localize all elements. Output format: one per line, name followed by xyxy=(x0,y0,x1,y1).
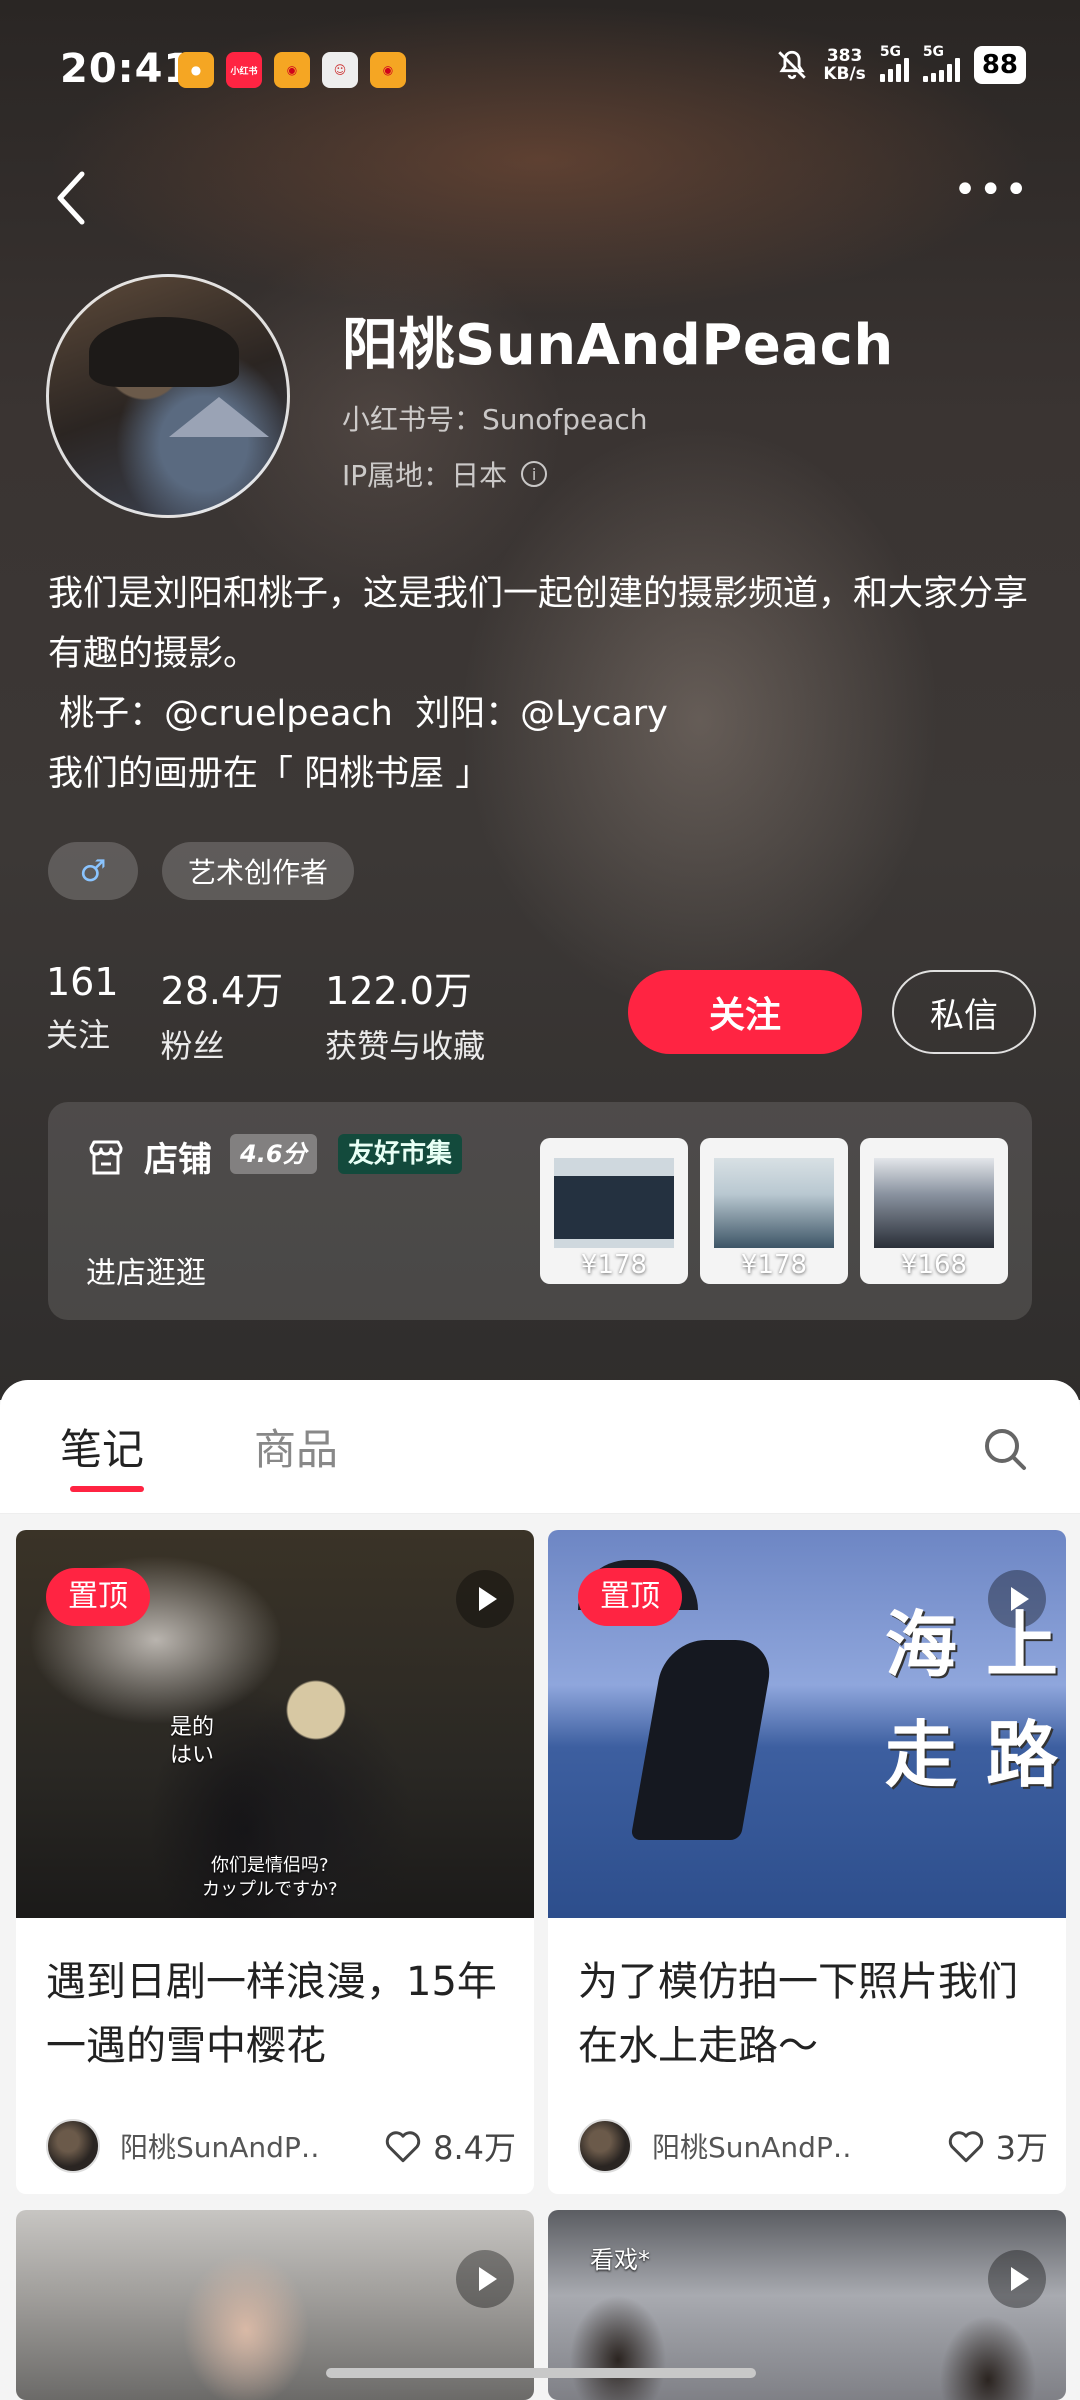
shop-item[interactable]: ¥168 xyxy=(860,1138,1008,1284)
stat-number: 161 xyxy=(46,960,119,1004)
stat-label: 粉丝 xyxy=(160,1027,225,1065)
message-button[interactable]: 私信 xyxy=(892,970,1036,1054)
avatar-hat-shape xyxy=(89,317,239,387)
gender-male-icon: ♂ xyxy=(48,842,138,900)
shop-items: ¥178 ¥178 ¥168 xyxy=(540,1138,1008,1284)
profile-content-panel: 笔记 商品 置顶 是的 はい 你们是情侣吗? カップルですか? 遇到日剧一样浪漫… xyxy=(0,1380,1080,2400)
shop-item[interactable]: ¥178 xyxy=(540,1138,688,1284)
walking-person-shape xyxy=(630,1640,776,1840)
shop-card[interactable]: 店铺 4.6分 友好市集 进店逛逛 ¥178 ¥178 ¥168 xyxy=(48,1102,1032,1320)
shop-score-badge: 4.6分 xyxy=(230,1134,317,1174)
video-play-icon xyxy=(456,2250,514,2308)
note-title: 为了模仿拍一下照片我们在水上走路～ xyxy=(578,1959,1018,2069)
pinned-badge: 置顶 xyxy=(578,1568,682,1626)
stat-followers[interactable]: 28.4万 粉丝 xyxy=(161,960,284,1067)
status-time: 20:41 xyxy=(60,46,193,92)
product-image xyxy=(714,1158,834,1248)
video-play-icon xyxy=(456,1570,514,1628)
signal-sim1-icon: 5G xyxy=(879,44,909,82)
note-meta: 阳桃SunAndP… 3万 xyxy=(578,2118,1048,2174)
avatar-mountain-shape xyxy=(169,397,269,437)
ip-text: IP属地：日本 xyxy=(342,459,508,492)
friendly-market-badge: 友好市集 xyxy=(338,1134,463,1174)
like-count-text: 8.4万 xyxy=(433,2129,516,2167)
note-title: 遇到日剧一样浪漫，15年一遇的雪中樱花 xyxy=(46,1959,497,2069)
tab-notes[interactable]: 笔记 xyxy=(60,1416,144,1477)
bio-line: 我们是刘阳和桃子，这是我们一起创建的摄影频道，和大家分享有趣的摄影。 xyxy=(48,574,1029,674)
stat-following[interactable]: 161 关注 xyxy=(46,960,119,1067)
like-count-text: 3万 xyxy=(995,2129,1048,2167)
notes-grid: 置顶 是的 はい 你们是情侣吗? カップルですか? 遇到日剧一样浪漫，15年一遇… xyxy=(0,1514,1080,2400)
store-icon xyxy=(89,1140,123,1175)
mute-bell-icon xyxy=(778,50,807,80)
product-price: ¥178 xyxy=(580,1250,648,1280)
profile-red-id[interactable]: 小红书号：Sunofpeach xyxy=(342,398,648,438)
overlay-caption: 看戏* xyxy=(590,2246,650,2274)
subtitle-text: 你们是情侣吗? カップルですか? xyxy=(202,1855,338,1900)
home-indicator[interactable] xyxy=(326,2368,756,2378)
shop-enter-link[interactable]: 进店逛逛 xyxy=(86,1248,206,1292)
battery-indicator: 88 xyxy=(973,46,1026,84)
avatar-app-icon: ☺ xyxy=(322,52,358,88)
bio-line-mentions[interactable]: 桃子：@cruelpeach 刘阳：@Lycary xyxy=(48,684,1038,744)
profile-tag-label[interactable]: 艺术创作者 xyxy=(162,842,355,900)
like-count[interactable]: 3万 xyxy=(946,2123,1048,2169)
author-avatar[interactable] xyxy=(578,2119,632,2173)
status-bar: 20:41 ● 小红书 ◉ ☺ ◉ 383 KB/s 5G 5G 88 xyxy=(0,0,1080,140)
shop-title: 店铺 xyxy=(144,1140,212,1180)
profile-stats: 161 关注 28.4万 粉丝 122.0万 获赞与收藏 xyxy=(46,960,485,1067)
note-card[interactable]: 置顶 是的 はい 你们是情侣吗? カップルですか? 遇到日剧一样浪漫，15年一遇… xyxy=(16,1530,534,2194)
author-name[interactable]: 阳桃SunAndP… xyxy=(120,2126,320,2166)
back-chevron-icon[interactable] xyxy=(52,168,92,228)
pinned-badge: 置顶 xyxy=(46,1568,150,1626)
note-meta: 阳桃SunAndP… 8.4万 xyxy=(46,2118,516,2174)
content-tabs: 笔记 商品 xyxy=(0,1380,1080,1514)
profile-ip-location[interactable]: IP属地：日本 i xyxy=(342,454,548,494)
product-price: ¥178 xyxy=(740,1250,808,1280)
author-avatar[interactable] xyxy=(46,2119,100,2173)
tab-active-indicator xyxy=(70,1486,144,1492)
notify-yellow-icon: ● xyxy=(178,52,214,88)
net-speed: 383 KB/s xyxy=(823,46,866,84)
heart-icon xyxy=(948,2131,983,2163)
info-icon[interactable]: i xyxy=(521,461,548,487)
heart-icon xyxy=(385,2131,421,2163)
status-app-icons: ● 小红书 ◉ ☺ ◉ xyxy=(178,52,406,88)
xiaohongshu-icon: 小红书 xyxy=(226,52,262,88)
profile-tags: ♂ 艺术创作者 xyxy=(48,842,355,900)
product-image xyxy=(554,1158,674,1248)
like-count[interactable]: 8.4万 xyxy=(383,2123,516,2169)
video-play-icon xyxy=(988,2250,1046,2308)
weibo-icon: ◉ xyxy=(274,52,310,88)
product-price: ¥168 xyxy=(900,1250,968,1280)
stat-number: 28.4万 xyxy=(160,969,284,1013)
note-card[interactable]: 置顶 海 上 走 路 为了模仿拍一下照片我们在水上走路～ 阳桃SunAndP… … xyxy=(548,1530,1066,2194)
profile-bio: 我们是刘阳和桃子，这是我们一起创建的摄影频道，和大家分享有趣的摄影。 桃子：@c… xyxy=(48,564,1038,804)
tab-goods[interactable]: 商品 xyxy=(254,1416,338,1477)
signal-sim2-icon: 5G xyxy=(922,44,960,82)
product-image xyxy=(874,1158,994,1248)
subtitle-text: 是的 はい xyxy=(170,1715,215,1768)
note-thumbnail: 置顶 海 上 走 路 xyxy=(548,1530,1066,1918)
follow-button[interactable]: 关注 xyxy=(628,970,862,1054)
stat-likes-collects[interactable]: 122.0万 获赞与收藏 xyxy=(325,960,485,1067)
shop-item[interactable]: ¥178 xyxy=(700,1138,848,1284)
author-name[interactable]: 阳桃SunAndP… xyxy=(652,2126,852,2166)
profile-name: 阳桃SunAndPeach xyxy=(342,313,894,378)
stat-label: 获赞与收藏 xyxy=(325,1027,486,1065)
overlay-title-text: 海 上 走 路 xyxy=(884,1603,1060,1797)
note-thumbnail: 置顶 是的 はい 你们是情侣吗? カップルですか? xyxy=(16,1530,534,1918)
more-dots-icon[interactable]: ••• xyxy=(953,170,1030,210)
status-right: 383 KB/s 5G 5G 88 xyxy=(775,44,1026,84)
search-icon[interactable] xyxy=(980,1424,1030,1474)
stat-number: 122.0万 xyxy=(325,969,472,1013)
bio-line: 我们的画册在「 阳桃书屋 」 xyxy=(48,754,491,794)
profile-avatar[interactable] xyxy=(46,274,290,518)
stat-label: 关注 xyxy=(46,1016,111,1054)
weibo-alt-icon: ◉ xyxy=(370,52,406,88)
